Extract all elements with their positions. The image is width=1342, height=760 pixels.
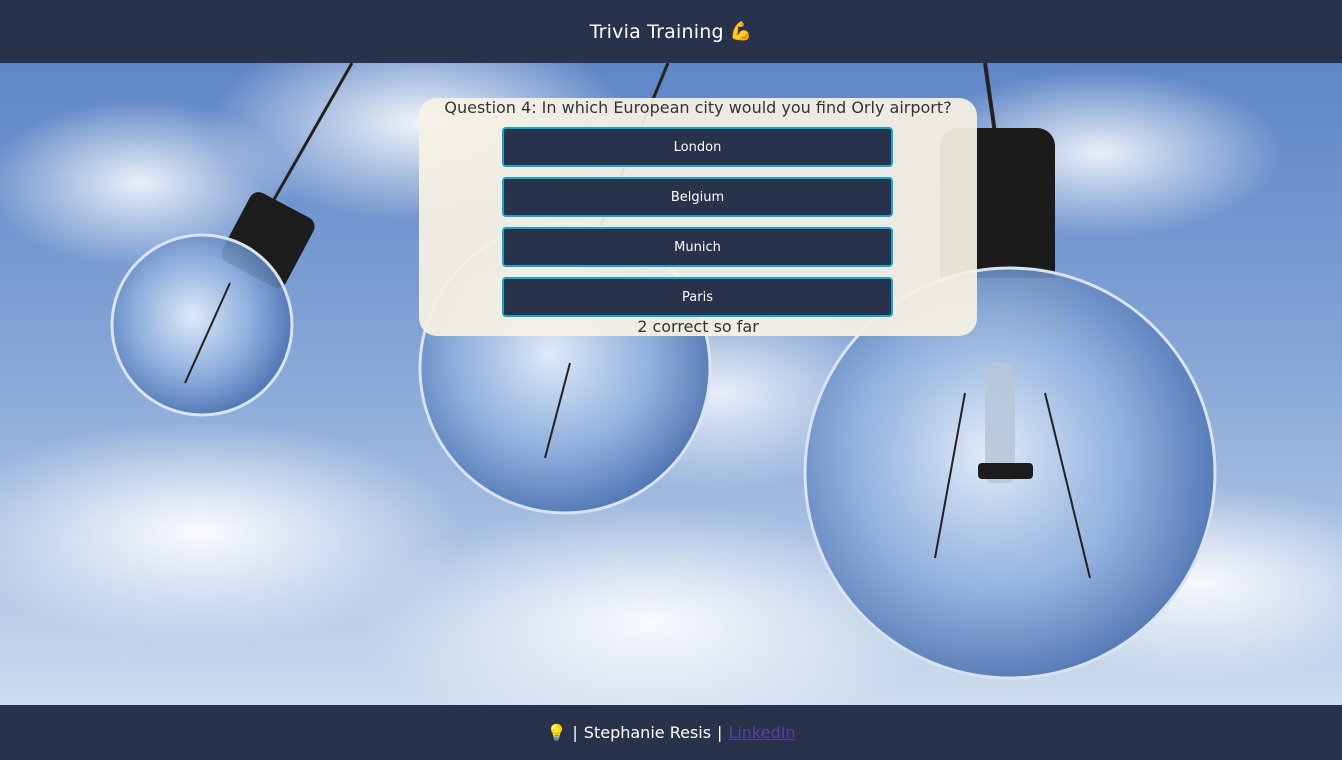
answer-button-london[interactable]: London — [502, 127, 893, 167]
author-name: Stephanie Resis — [583, 723, 712, 742]
footer-separator-left: | — [572, 723, 578, 742]
page-footer: 💡 | Stephanie Resis | LinkedIn — [0, 705, 1342, 760]
footer-separator-right: | — [717, 723, 723, 742]
answer-button-munich[interactable]: Munich — [502, 227, 893, 267]
linkedin-link[interactable]: LinkedIn — [728, 723, 795, 742]
app-title: Trivia Training — [589, 20, 724, 43]
flexed-biceps-icon: 💪 — [729, 21, 753, 42]
answer-button-paris[interactable]: Paris — [502, 277, 893, 317]
quiz-card: Question 4: In which European city would… — [419, 98, 977, 336]
app-header: Trivia Training 💪 — [0, 0, 1342, 63]
score-text: 2 correct so far — [637, 317, 759, 336]
light-bulb-icon: 💡 — [546, 723, 567, 742]
question-text: Question 4: In which European city would… — [444, 98, 952, 117]
answer-button-belgium[interactable]: Belgium — [502, 177, 893, 217]
